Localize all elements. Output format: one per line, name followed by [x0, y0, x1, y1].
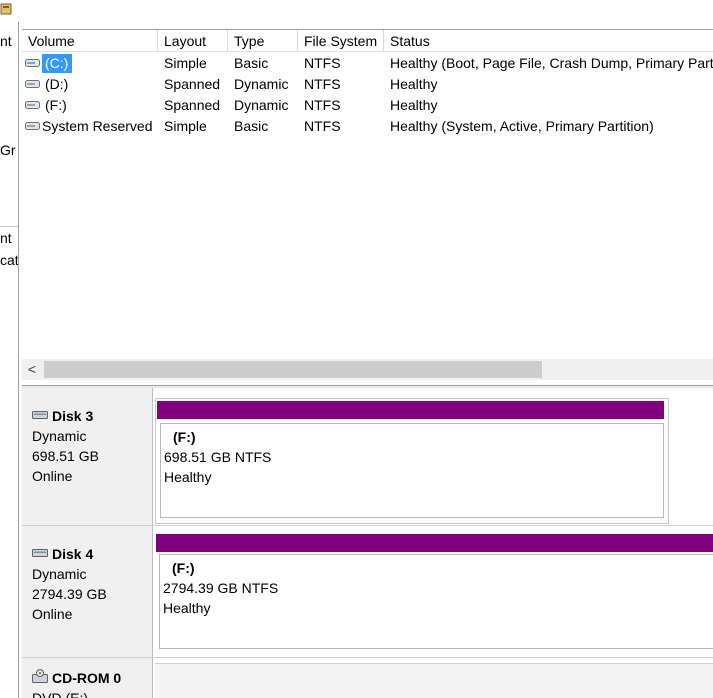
column-header-volume[interactable]: Volume	[22, 30, 158, 52]
volume-row[interactable]: System Reserved Simple Basic NTFS Health…	[22, 116, 713, 137]
partition-block[interactable]: (F:) 2794.39 GB NTFS Healthy	[159, 554, 713, 649]
partition-name: (F:)	[173, 429, 196, 445]
disk-info[interactable]: Disk 4 Dynamic 2794.39 GB Online	[22, 526, 153, 657]
left-pane-text: Gr	[0, 142, 16, 158]
volume-type: Dynamic	[234, 76, 289, 92]
disk-icon	[32, 411, 48, 419]
horizontal-scrollbar[interactable]: <	[22, 359, 713, 380]
volume-status: Healthy	[390, 97, 438, 113]
volume-status: Healthy (Boot, Page File, Crash Dump, Pr…	[390, 55, 713, 71]
disk-map[interactable]: Disk 3 Dynamic 698.51 GB Online (F:) 698…	[22, 388, 713, 698]
disk-info[interactable]: CD-ROM 0 DVD (E:)	[22, 658, 153, 698]
volume-status: Healthy	[390, 76, 438, 92]
column-header-status[interactable]: Status	[384, 30, 713, 52]
disk-state: Online	[32, 606, 73, 622]
column-header-file-system[interactable]: File System	[298, 30, 384, 52]
disk-name: Disk 4	[52, 546, 94, 562]
volume-name[interactable]: (C:)	[42, 54, 73, 73]
volume-row[interactable]: (F:) Spanned Dynamic NTFS Healthy	[22, 95, 713, 116]
volume-layout: Simple	[164, 55, 207, 71]
partition-frame: (F:) 2794.39 GB NTFS Healthy	[155, 534, 713, 654]
title-strip	[0, 0, 713, 22]
disk-kind: Dynamic	[32, 428, 87, 444]
column-header-row: Volume Layout Type File System Status	[22, 30, 713, 52]
volume-file-system: NTFS	[304, 118, 341, 134]
partition-block[interactable]: (F:) 698.51 GB NTFS Healthy	[160, 423, 664, 518]
volume-type: Dynamic	[234, 97, 289, 113]
partition-name: (F:)	[172, 560, 195, 576]
cd-drive-icon	[32, 669, 48, 683]
volume-name[interactable]: (D:)	[42, 75, 72, 94]
left-pane-text: nt	[0, 230, 12, 246]
drive-icon	[25, 122, 40, 130]
drive-icon	[25, 80, 40, 88]
volume-file-system: NTFS	[304, 55, 341, 71]
disk-size: 2794.39 GB	[32, 586, 107, 602]
divider	[0, 226, 18, 227]
disk-size: 698.51 GB	[32, 448, 99, 464]
volume-file-system: NTFS	[304, 76, 341, 92]
column-header-layout[interactable]: Layout	[158, 30, 228, 52]
drive-icon	[25, 101, 40, 109]
volume-row[interactable]: (C:) Simple Basic NTFS Healthy (Boot, Pa…	[22, 53, 713, 74]
disk-name: Disk 3	[52, 408, 94, 424]
volume-layout: Spanned	[164, 76, 221, 92]
spanned-volume-bar	[157, 401, 664, 419]
volume-status: Healthy (System, Active, Primary Partiti…	[390, 118, 654, 134]
volume-name[interactable]: System Reserved	[42, 116, 152, 137]
volume-row[interactable]: (D:) Spanned Dynamic NTFS Healthy	[22, 74, 713, 95]
partition-frame: (F:) 698.51 GB NTFS Healthy	[155, 398, 669, 524]
column-header-type[interactable]: Type	[228, 30, 298, 52]
partition-status: Healthy	[163, 600, 211, 616]
left-pane-text: cat	[0, 252, 19, 268]
partition-status: Healthy	[164, 469, 212, 485]
drive-icon	[25, 59, 40, 67]
volume-name[interactable]: (F:)	[42, 96, 71, 115]
disk-kind: Dynamic	[32, 566, 87, 582]
scroll-left-arrow[interactable]: <	[22, 359, 42, 380]
disk-icon	[32, 549, 48, 557]
volume-type: Basic	[234, 55, 269, 71]
disk-info[interactable]: Disk 3 Dynamic 698.51 GB Online	[22, 388, 153, 525]
cd-media-area[interactable]	[155, 663, 713, 698]
volume-type: Basic	[234, 118, 269, 134]
partition-size: 698.51 GB NTFS	[164, 449, 272, 465]
disk-state: Online	[32, 468, 73, 484]
volume-layout: Spanned	[164, 97, 221, 113]
disk-name: CD-ROM 0	[52, 670, 122, 686]
partition-size: 2794.39 GB NTFS	[163, 580, 279, 596]
app-icon	[0, 3, 12, 15]
disk-kind: DVD (E:)	[32, 690, 88, 698]
scrollbar-thumb[interactable]	[44, 361, 542, 378]
left-pane-text: nt	[0, 33, 12, 49]
spanned-volume-bar	[156, 534, 713, 552]
left-navigation-pane[interactable]: nt Gr nt cat	[0, 22, 19, 698]
volume-file-system: NTFS	[304, 97, 341, 113]
volume-layout: Simple	[164, 118, 207, 134]
volume-list[interactable]: Volume Layout Type File System Status (C…	[22, 29, 713, 385]
